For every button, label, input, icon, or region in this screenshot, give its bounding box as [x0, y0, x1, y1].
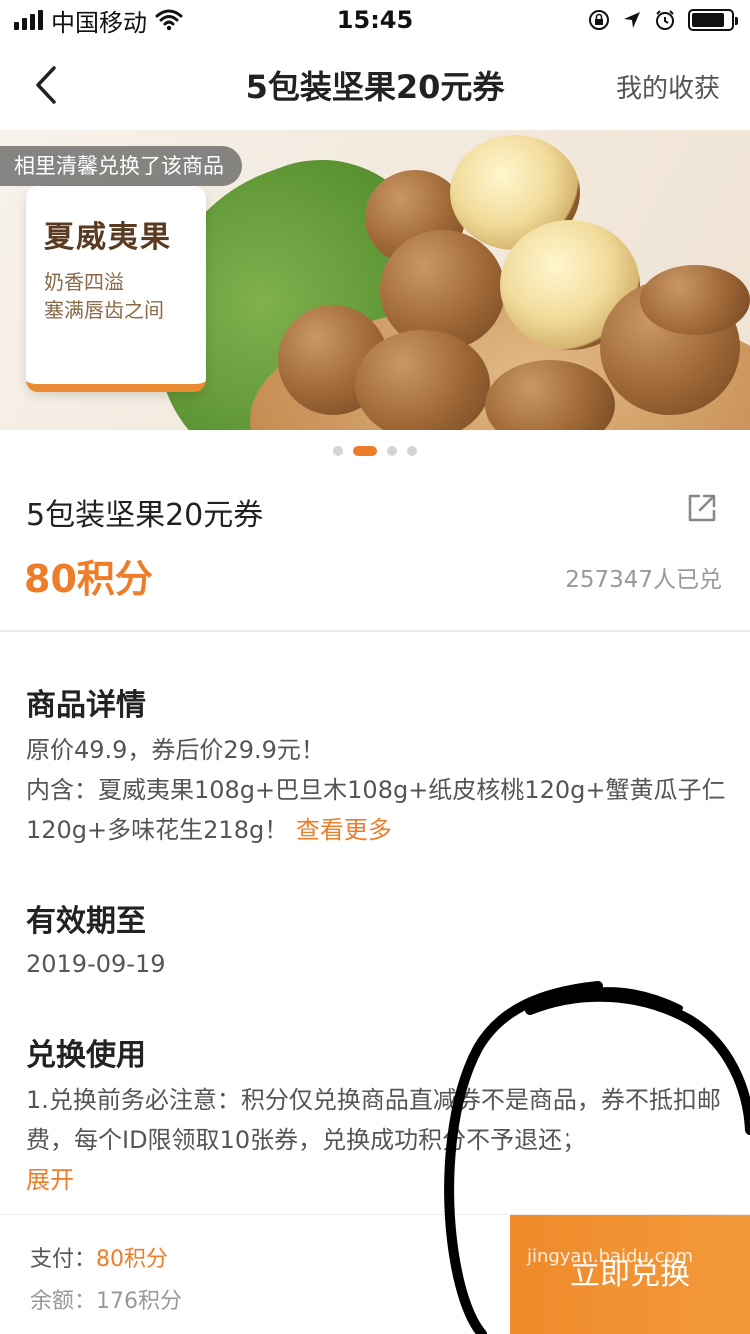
exchanged-count: 257347人已兑	[565, 567, 722, 593]
exchange-tip: 相里清馨兑换了该商品	[0, 146, 242, 186]
share-icon[interactable]	[686, 492, 718, 524]
alarm-icon	[656, 10, 674, 30]
wifi-icon	[155, 9, 183, 31]
carousel-dot	[353, 446, 377, 456]
pay-label: 支付：	[30, 1247, 97, 1272]
status-left: 中国移动	[14, 3, 183, 38]
carrier-name: 中国移动	[51, 8, 147, 37]
banner-card: 夏威夷果 奶香四溢 塞满唇齿之间	[26, 186, 206, 392]
bottom-bar: 支付：80积分 余额：176积分 立即兑换 Baidu经验 jingyan.ba…	[0, 1126, 750, 1334]
back-icon[interactable]	[28, 62, 68, 108]
product-banner[interactable]: 相里清馨兑换了该商品 夏威夷果 奶香四溢 塞满唇齿之间	[0, 130, 750, 430]
banner-card-subtitle: 奶香四溢 塞满唇齿之间	[44, 268, 188, 324]
balance-line: 余额：176积分	[30, 1283, 182, 1315]
status-right	[588, 9, 738, 31]
details-text: 原价49.9，券后价29.9元！ 内含：夏威夷果108g+巴旦木108g+纸皮核…	[26, 730, 726, 850]
my-harvest-link[interactable]: 我的收获	[616, 68, 720, 105]
redeem-button[interactable]: 立即兑换 Baidu经验 jingyan.baidu.com	[510, 1126, 750, 1334]
validity-date: 2019-09-19	[26, 950, 166, 978]
divider	[0, 630, 750, 632]
carousel-dot	[333, 446, 343, 456]
usage-title: 兑换使用	[26, 1038, 146, 1073]
nut	[355, 330, 490, 430]
carousel-dot	[387, 446, 397, 456]
banner-card-line: 奶香四溢	[44, 270, 124, 294]
view-more-link[interactable]: 查看更多	[296, 816, 392, 844]
status-bar: 中国移动 15:45	[0, 0, 750, 40]
carousel-dot	[407, 446, 417, 456]
pay-line: 支付：80积分	[30, 1241, 168, 1273]
pay-value: 80积分	[96, 1247, 169, 1272]
points-price: 80积分	[24, 557, 153, 601]
rotation-lock-icon	[589, 10, 609, 30]
details-line: 内含：夏威夷果108g+巴旦木108g+纸皮核桃120g+蟹黄瓜子仁120g+多…	[26, 770, 726, 850]
product-name: 5包装坚果20元券	[26, 498, 264, 533]
watermark: Baidu经验 jingyan.baidu.com	[526, 1126, 694, 1267]
balance-label: 余额：	[30, 1289, 97, 1314]
location-icon	[624, 12, 640, 28]
battery-icon	[688, 9, 738, 31]
validity-title: 有效期至	[26, 904, 146, 939]
carousel-indicator	[0, 446, 750, 456]
battery-fill	[692, 13, 725, 27]
signal-icon	[14, 10, 43, 30]
nut	[640, 265, 750, 335]
banner-card-line: 塞满唇齿之间	[44, 298, 164, 322]
details-title: 商品详情	[26, 688, 146, 723]
details-line: 原价49.9，券后价29.9元！	[26, 736, 325, 764]
banner-card-title: 夏威夷果	[44, 220, 172, 255]
balance-value: 176积分	[96, 1289, 183, 1314]
nav-bar: 5包装坚果20元券 我的收获	[0, 40, 750, 130]
